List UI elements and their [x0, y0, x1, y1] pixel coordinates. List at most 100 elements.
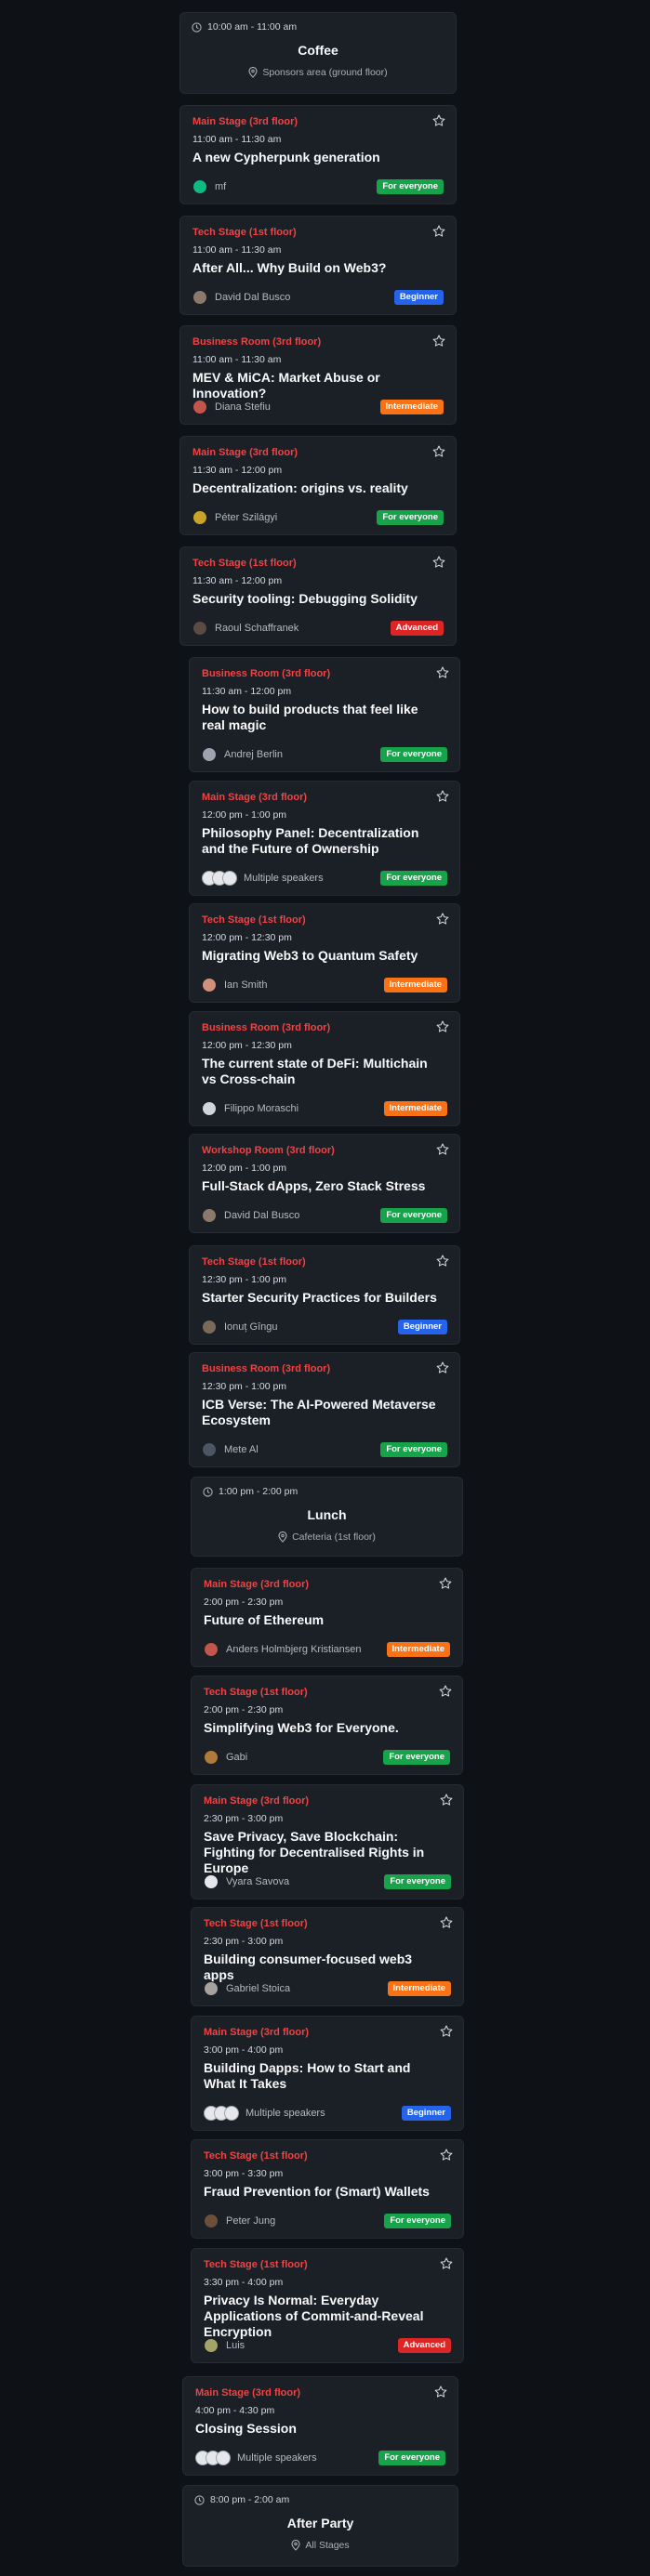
speaker-avatar: [204, 1642, 219, 1657]
clock-icon: [192, 21, 202, 33]
session-stage: Main Stage (3rd floor): [204, 1795, 310, 1807]
favorite-star-icon[interactable]: [435, 665, 450, 680]
session-time: 12:00 pm - 12:30 pm: [202, 932, 292, 943]
session-title: ICB Verse: The AI-Powered Metaverse Ecos…: [202, 1397, 436, 1427]
session-card[interactable]: Main Stage (3rd floor) 11:30 am - 12:00 …: [179, 436, 457, 535]
session-card[interactable]: Workshop Room (3rd floor) 12:00 pm - 1:0…: [189, 1134, 460, 1233]
session-card[interactable]: Tech Stage (1st floor) 11:00 am - 11:30 …: [179, 216, 457, 315]
favorite-star-icon[interactable]: [439, 2024, 454, 2039]
map-pin-icon: [278, 1531, 287, 1543]
session-card[interactable]: Main Stage (3rd floor) 2:00 pm - 2:30 pm…: [191, 1568, 463, 1667]
session-card[interactable]: Tech Stage (1st floor) 12:30 pm - 1:00 p…: [189, 1245, 460, 1345]
favorite-star-icon[interactable]: [439, 1793, 454, 1807]
level-badge: Beginner: [401, 2106, 451, 2121]
favorite-star-icon[interactable]: [431, 224, 446, 239]
break-location-text: All Stages: [305, 2540, 350, 2551]
speaker-name: Vyara Savova: [226, 1876, 290, 1887]
session-card[interactable]: Business Room (3rd floor) 12:30 pm - 1:0…: [189, 1352, 460, 1467]
favorite-star-icon[interactable]: [431, 334, 446, 348]
favorite-star-icon[interactable]: [438, 1684, 453, 1699]
favorite-star-icon[interactable]: [439, 2148, 454, 2162]
level-badge: Intermediate: [386, 1642, 450, 1657]
session-stage: Tech Stage (1st floor): [202, 1256, 306, 1268]
speaker-avatar: [204, 1750, 219, 1765]
session-card[interactable]: Main Stage (3rd floor) 2:30 pm - 3:00 pm…: [191, 1784, 464, 1899]
favorite-star-icon[interactable]: [431, 444, 446, 459]
level-badge: For everyone: [377, 179, 444, 194]
session-time: 4:00 pm - 4:30 pm: [195, 2405, 275, 2416]
break-location-text: Cafeteria (1st floor): [292, 1531, 376, 1543]
break-card-coffee: 10:00 am - 11:00 am Coffee Sponsors area…: [179, 12, 457, 94]
session-card[interactable]: Main Stage (3rd floor) 12:00 pm - 1:00 p…: [189, 781, 460, 896]
break-time-text: 8:00 pm - 2:00 am: [210, 2494, 290, 2505]
session-title: Decentralization: origins vs. reality: [192, 480, 408, 495]
favorite-star-icon[interactable]: [435, 789, 450, 804]
break-time-text: 1:00 pm - 2:00 pm: [219, 1486, 298, 1497]
speaker-name: Multiple speakers: [237, 2452, 317, 2464]
session-stage: Main Stage (3rd floor): [204, 1579, 310, 1590]
favorite-star-icon[interactable]: [433, 2385, 448, 2399]
session-title: MEV & MiCA: Market Abuse or Innovation?: [192, 370, 380, 401]
speaker-name: Raoul Schaffranek: [215, 623, 299, 634]
session-card[interactable]: Business Room (3rd floor) 11:30 am - 12:…: [189, 657, 460, 772]
session-title: How to build products that feel like rea…: [202, 702, 418, 732]
session-card[interactable]: Tech Stage (1st floor) 2:30 pm - 3:00 pm…: [191, 1907, 464, 2006]
favorite-star-icon[interactable]: [435, 1360, 450, 1375]
session-card[interactable]: Tech Stage (1st floor) 2:00 pm - 2:30 pm…: [191, 1676, 463, 1775]
speaker-row: Vyara Savova For everyone: [204, 1873, 451, 1890]
level-badge: For everyone: [377, 510, 444, 525]
session-card[interactable]: Main Stage (3rd floor) 4:00 pm - 4:30 pm…: [182, 2376, 458, 2476]
favorite-star-icon[interactable]: [435, 1254, 450, 1268]
break-time: 8:00 pm - 2:00 am: [194, 2494, 289, 2505]
session-time: 11:30 am - 12:00 pm: [202, 686, 292, 697]
level-badge: For everyone: [380, 747, 447, 762]
level-badge: Intermediate: [383, 1101, 447, 1116]
session-card[interactable]: Tech Stage (1st floor) 11:30 am - 12:00 …: [179, 546, 457, 646]
session-stage: Main Stage (3rd floor): [195, 2387, 301, 2399]
speaker-avatar: [222, 871, 237, 886]
speaker-name: David Dal Busco: [224, 1210, 300, 1221]
session-card[interactable]: Business Room (3rd floor) 12:00 pm - 12:…: [189, 1011, 460, 1126]
favorite-star-icon[interactable]: [431, 113, 446, 128]
favorite-star-icon[interactable]: [438, 1576, 453, 1591]
speaker-avatar: [192, 621, 207, 636]
level-badge: For everyone: [384, 2214, 451, 2228]
session-card[interactable]: Main Stage (3rd floor) 11:00 am - 11:30 …: [179, 105, 457, 204]
favorite-star-icon[interactable]: [431, 555, 446, 570]
speaker-row: Gabi For everyone: [204, 1749, 450, 1766]
speaker-row: Multiple speakers For everyone: [195, 2450, 445, 2466]
break-location: Cafeteria (1st floor): [192, 1531, 462, 1543]
favorite-star-icon[interactable]: [439, 1915, 454, 1930]
session-card[interactable]: Business Room (3rd floor) 11:00 am - 11:…: [179, 325, 457, 425]
session-time: 3:00 pm - 3:30 pm: [204, 2168, 284, 2179]
session-stage: Business Room (3rd floor): [192, 336, 322, 348]
favorite-star-icon[interactable]: [439, 2256, 454, 2271]
speaker-avatar: [202, 1101, 217, 1116]
level-badge: Beginner: [397, 1320, 447, 1334]
session-card[interactable]: Tech Stage (1st floor) 3:00 pm - 3:30 pm…: [191, 2139, 464, 2239]
speaker-row: David Dal Busco For everyone: [202, 1207, 447, 1224]
break-title: After Party: [286, 2516, 354, 2530]
level-badge: For everyone: [383, 1750, 450, 1765]
speaker-name: Ian Smith: [224, 979, 268, 991]
favorite-star-icon[interactable]: [435, 1019, 450, 1034]
speaker-row: Andrej Berlin For everyone: [202, 746, 447, 763]
speaker-name: Gabriel Stoica: [226, 1983, 291, 1994]
speaker-avatar: [204, 2338, 219, 2353]
session-title: The current state of DeFi: Multichain vs…: [202, 1056, 428, 1086]
session-card[interactable]: Tech Stage (1st floor) 3:30 pm - 4:00 pm…: [191, 2248, 464, 2363]
break-location: All Stages: [183, 2540, 458, 2551]
break-card-lunch: 1:00 pm - 2:00 pm Lunch Cafeteria (1st f…: [191, 1477, 463, 1557]
session-time: 2:00 pm - 2:30 pm: [204, 1704, 284, 1715]
schedule-page: 10:00 am - 11:00 am Coffee Sponsors area…: [0, 0, 650, 2576]
session-card[interactable]: Main Stage (3rd floor) 3:00 pm - 4:00 pm…: [191, 2016, 464, 2131]
level-badge: Intermediate: [387, 1981, 451, 1996]
clock-icon: [194, 2494, 205, 2505]
speaker-row: Filippo Moraschi Intermediate: [202, 1100, 447, 1117]
favorite-star-icon[interactable]: [435, 912, 450, 927]
speaker-name: Multiple speakers: [244, 873, 324, 884]
level-badge: For everyone: [380, 871, 447, 886]
session-time: 12:30 pm - 1:00 pm: [202, 1274, 287, 1285]
session-card[interactable]: Tech Stage (1st floor) 12:00 pm - 12:30 …: [189, 903, 460, 1003]
favorite-star-icon[interactable]: [435, 1142, 450, 1157]
